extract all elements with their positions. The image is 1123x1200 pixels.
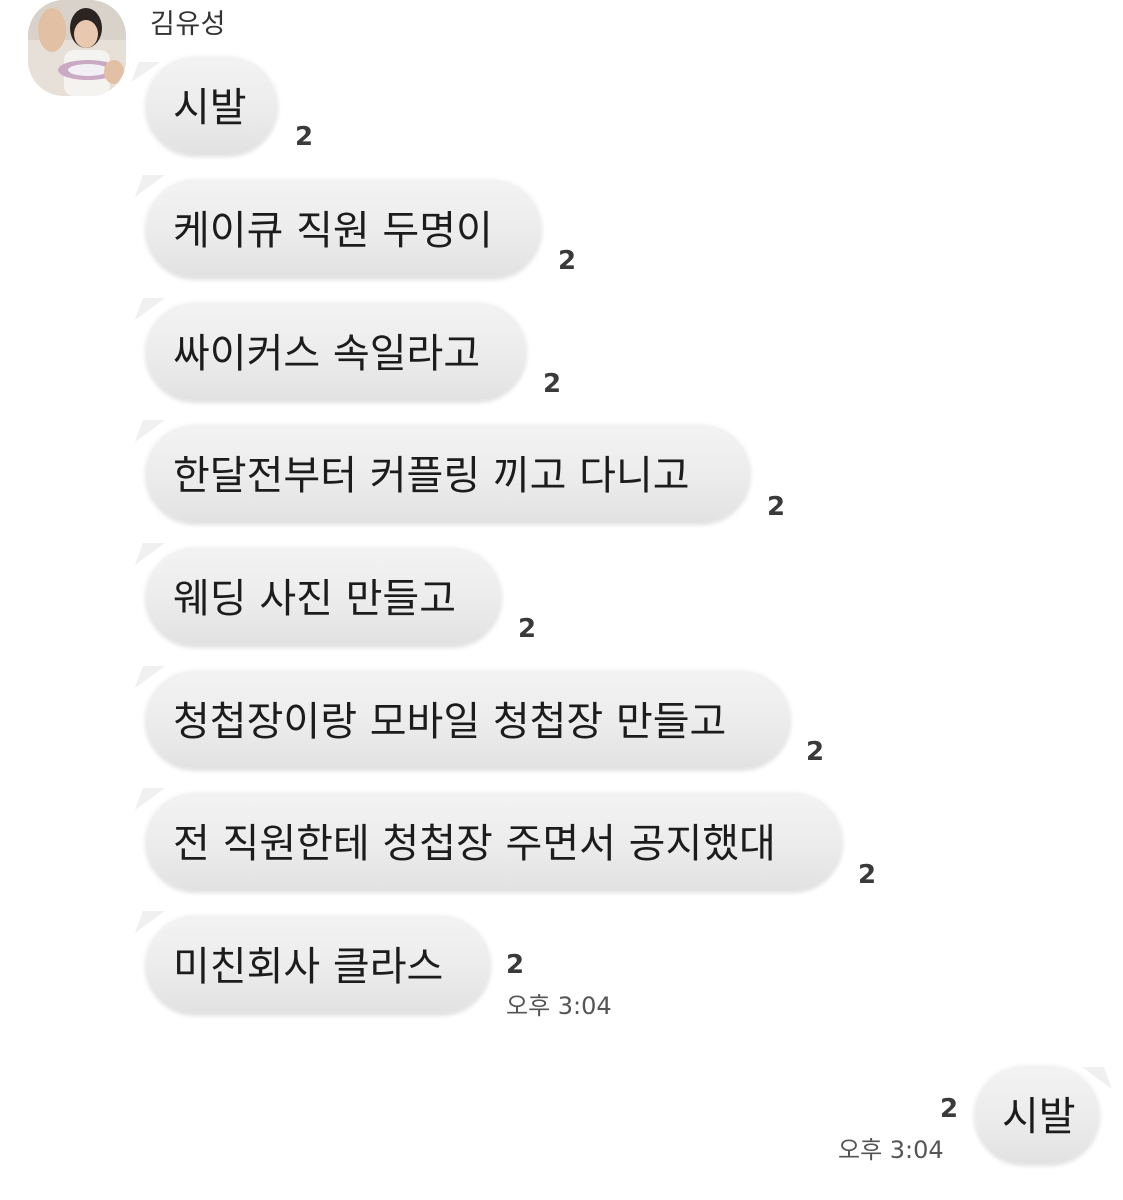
avatar-photo: [28, 0, 126, 96]
bubble-tail: [134, 911, 166, 933]
avatar[interactable]: [28, 0, 126, 96]
message-bubble[interactable]: 케이큐 직원 두명이: [134, 175, 542, 277]
bubble-tail: [134, 666, 166, 688]
unread-count: 2: [506, 950, 525, 980]
unread-count: 2: [543, 369, 562, 399]
message-timestamp: 오후 3:04: [838, 1136, 944, 1164]
message-text: 전 직원한테 청첩장 주면서 공지했대: [173, 821, 776, 867]
message-timestamp: 오후 3:04: [506, 992, 612, 1020]
unread-count: 2: [806, 737, 825, 767]
bubble-tail: [134, 543, 166, 565]
my-message-bubble[interactable]: 시발: [974, 1063, 1113, 1163]
message-bubble[interactable]: 시발: [131, 54, 278, 154]
message-text: 청첩장이랑 모바일 청첩장 만들고: [173, 699, 727, 745]
message-text: 싸이커스 속일라고: [173, 331, 481, 377]
sender-name: 김유성: [150, 9, 227, 40]
message-bubble[interactable]: 싸이커스 속일라고: [134, 298, 527, 400]
bubble-tail: [1081, 1067, 1113, 1089]
message-text: 케이큐 직원 두명이: [173, 208, 493, 254]
unread-count: 2: [518, 614, 537, 644]
bubble-tail: [134, 175, 166, 197]
bubble-tail: [134, 298, 166, 320]
message-bubble[interactable]: 미친회사 클라스: [134, 911, 491, 1013]
message-text: 시발: [173, 85, 247, 131]
unread-count: 2: [767, 492, 786, 522]
message-bubble[interactable]: 청첩장이랑 모바일 청첩장 만들고: [134, 666, 791, 768]
message-text: 미친회사 클라스: [173, 944, 444, 990]
bubble-tail: [134, 420, 166, 442]
message-text: 한달전부터 커플링 끼고 다니고: [173, 453, 690, 499]
message-text: 시발: [1002, 1094, 1076, 1140]
bubble-tail: [131, 62, 161, 82]
message-bubble[interactable]: 전 직원한테 청첩장 주면서 공지했대: [134, 788, 843, 890]
unread-count: 2: [558, 246, 577, 276]
message-bubble[interactable]: 웨딩 사진 만들고: [134, 543, 502, 645]
bubble-tail: [134, 788, 166, 810]
unread-count: 2: [940, 1094, 959, 1124]
message-bubble[interactable]: 한달전부터 커플링 끼고 다니고: [134, 420, 751, 522]
unread-count: 2: [295, 122, 314, 152]
message-text: 웨딩 사진 만들고: [173, 576, 457, 622]
unread-count: 2: [858, 860, 877, 890]
